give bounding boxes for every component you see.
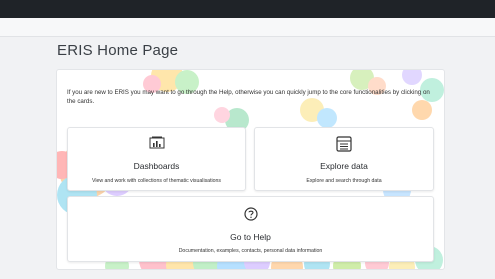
top-navigation-bar <box>0 0 495 18</box>
dashboards-title: Dashboards <box>133 161 180 171</box>
explore-data-card[interactable]: Explore data Explore and search through … <box>254 127 434 191</box>
dashboard-chart-icon <box>149 136 164 149</box>
dashboards-description: View and work with collections of themat… <box>91 178 222 184</box>
page-title: ERIS Home Page <box>57 42 179 59</box>
question-circle-icon <box>243 207 258 221</box>
explore-data-title: Explore data <box>320 161 368 171</box>
go-to-help-card[interactable]: Go to Help Documentation, examples, cont… <box>67 196 434 262</box>
dashboards-card[interactable]: Dashboards View and work with collection… <box>67 127 246 191</box>
table-list-icon <box>336 136 352 152</box>
home-panel: If you are new to ERIS you may want to g… <box>56 69 445 270</box>
go-to-help-description: Documentation, examples, contacts, perso… <box>178 248 323 254</box>
explore-data-description: Explore and search through data <box>306 178 382 184</box>
intro-text: If you are new to ERIS you may want to g… <box>67 89 430 105</box>
secondary-toolbar <box>0 18 495 37</box>
go-to-help-title: Go to Help <box>230 232 271 242</box>
